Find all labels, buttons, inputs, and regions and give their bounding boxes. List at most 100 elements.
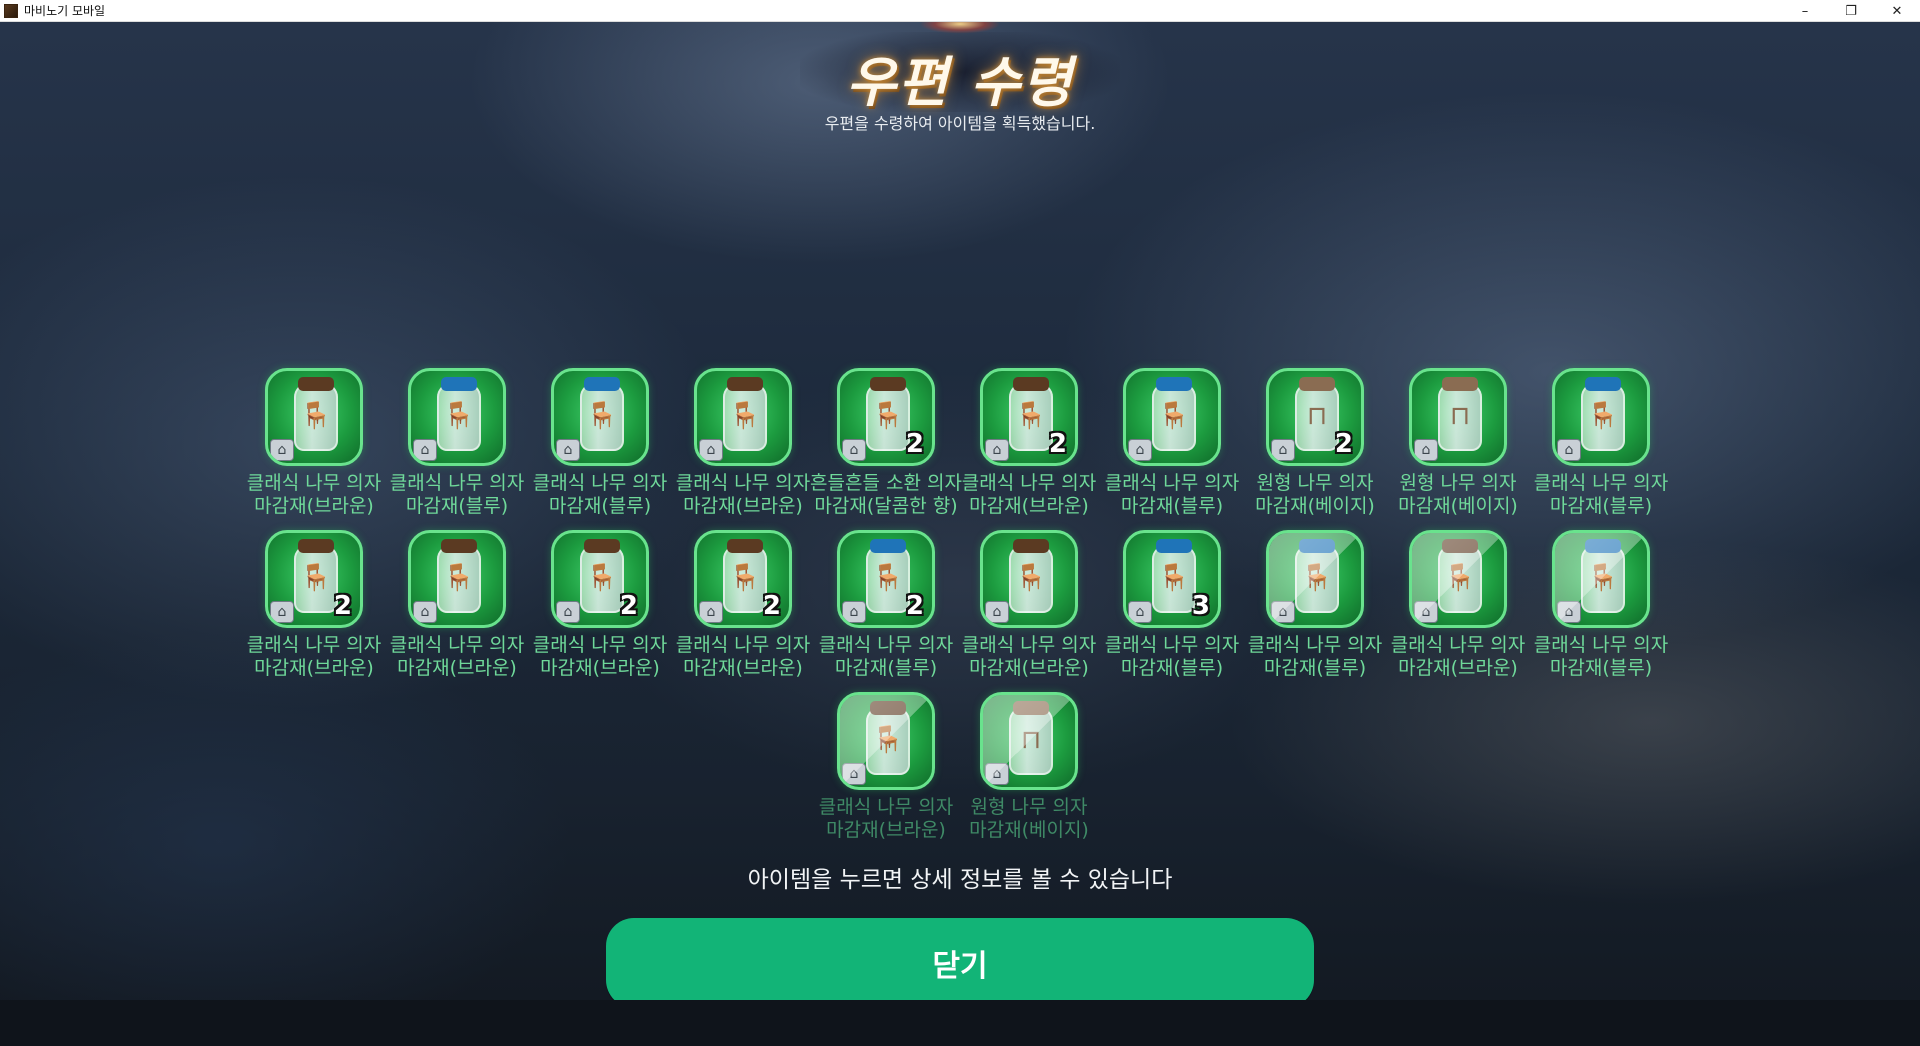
chair-icon: 🪑 bbox=[1586, 563, 1620, 593]
app-icon bbox=[4, 3, 18, 18]
item-slot[interactable]: 🪑 ⌂ 클래식 나무 의자 마감재(브라운) bbox=[957, 530, 1101, 690]
item-name-line2: 마감재(브라운) bbox=[1398, 657, 1518, 679]
item-name-line2: 마감재(베이지) bbox=[969, 819, 1089, 841]
bound-lock-icon: ⌂ bbox=[1557, 601, 1581, 623]
bound-lock-icon: ⌂ bbox=[556, 439, 580, 461]
stool-icon: ⊓ bbox=[1020, 725, 1042, 755]
item-icon: 🪑 ⌂ bbox=[1123, 368, 1221, 466]
jar-lid-icon bbox=[870, 377, 906, 391]
item-icon: 🪑 ⌂ 2 bbox=[265, 530, 363, 628]
item-quantity: 2 bbox=[1048, 429, 1067, 459]
item-name-line2: 마감재(브라운) bbox=[969, 657, 1089, 679]
item-name-line2: 마감재(브라운) bbox=[683, 495, 803, 517]
item-name-line1: 클래식 나무 의자 bbox=[961, 472, 1097, 494]
chair-icon: 🪑 bbox=[585, 401, 619, 431]
item-name-line1: 클래식 나무 의자 bbox=[675, 472, 811, 494]
chair-icon: 🪑 bbox=[1014, 401, 1048, 431]
item-name-line1: 클래식 나무 의자 bbox=[246, 634, 382, 656]
item-name: 클래식 나무 의자 마감재(블루) bbox=[1092, 472, 1252, 518]
bound-lock-icon: ⌂ bbox=[699, 439, 723, 461]
item-slot[interactable]: 🪑 ⌂ 클래식 나무 의자 마감재(브라운) bbox=[242, 368, 386, 528]
chair-icon: 🪑 bbox=[1014, 563, 1048, 593]
item-name: 클래식 나무 의자 마감재(브라운) bbox=[949, 634, 1109, 680]
chair-icon: 🪑 bbox=[728, 563, 762, 593]
jar-icon bbox=[866, 707, 910, 775]
item-name-line1: 클래식 나무 의자 bbox=[532, 634, 668, 656]
item-slot[interactable]: 🪑 ⌂ 2 흔들흔들 소환 의자 마감재(달콤한 향) bbox=[810, 368, 962, 528]
item-slot[interactable]: 🪑 ⌂ 클래식 나무 의자 마감재(블루) bbox=[385, 368, 529, 528]
bound-lock-icon: ⌂ bbox=[842, 439, 866, 461]
item-name: 원형 나무 의자 마감재(베이지) bbox=[1235, 472, 1395, 518]
item-icon: 🪑 ⌂ bbox=[1409, 530, 1507, 628]
item-name: 원형 나무 의자 마감재(베이지) bbox=[949, 796, 1109, 842]
close-button[interactable]: 닫기 bbox=[606, 918, 1314, 1008]
item-slot[interactable]: 🪑 ⌂ 클래식 나무 의자 마감재(블루) bbox=[1243, 530, 1387, 690]
jar-icon bbox=[1295, 545, 1339, 613]
item-name-line2: 마감재(블루) bbox=[1549, 495, 1653, 517]
item-slot[interactable]: 🪑 ⌂ 클래식 나무 의자 마감재(브라운) bbox=[1386, 530, 1530, 690]
item-name: 클래식 나무 의자 마감재(블루) bbox=[1521, 472, 1681, 518]
item-name-line1: 클래식 나무 의자 bbox=[389, 472, 525, 494]
item-name: 클래식 나무 의자 마감재(블루) bbox=[520, 472, 680, 518]
bound-lock-icon: ⌂ bbox=[1271, 439, 1295, 461]
item-slot[interactable]: 🪑 ⌂ 2 클래식 나무 의자 마감재(브라운) bbox=[957, 368, 1101, 528]
item-name-line1: 클래식 나무 의자 bbox=[1104, 634, 1240, 656]
item-slot[interactable]: ⊓ ⌂ 원형 나무 의자 마감재(베이지) bbox=[1386, 368, 1530, 528]
item-name: 클래식 나무 의자 마감재(브라운) bbox=[1378, 634, 1538, 680]
chair-icon: 🪑 bbox=[1157, 401, 1191, 431]
item-name-line2: 마감재(브라운) bbox=[254, 657, 374, 679]
item-name-line2: 마감재(브라운) bbox=[826, 819, 946, 841]
item-detail-hint: 아이템을 누르면 상세 정보를 볼 수 있습니다 bbox=[747, 867, 1173, 893]
item-quantity: 3 bbox=[1191, 591, 1210, 621]
item-slot[interactable]: 🪑 ⌂ 클래식 나무 의자 마감재(블루) bbox=[1100, 368, 1244, 528]
item-name: 클래식 나무 의자 마감재(블루) bbox=[1235, 634, 1395, 680]
item-slot[interactable]: 🪑 ⌂ 클래식 나무 의자 마감재(블루) bbox=[528, 368, 672, 528]
restore-button[interactable]: ❐ bbox=[1828, 0, 1874, 22]
bound-lock-icon: ⌂ bbox=[1414, 601, 1438, 623]
chair-icon: 🪑 bbox=[299, 563, 333, 593]
bound-lock-icon: ⌂ bbox=[985, 439, 1009, 461]
item-icon: 🪑 ⌂ bbox=[551, 368, 649, 466]
chair-icon: 🪑 bbox=[871, 725, 905, 755]
minimize-button[interactable]: – bbox=[1782, 0, 1828, 22]
item-name-line1: 원형 나무 의자 bbox=[1399, 472, 1517, 494]
rocking-chair-icon: 🪑 bbox=[871, 401, 905, 431]
item-name-line1: 클래식 나무 의자 bbox=[389, 634, 525, 656]
item-slot[interactable]: 🪑 ⌂ 클래식 나무 의자 마감재(블루) bbox=[1529, 530, 1673, 690]
item-name-line2: 마감재(브라운) bbox=[397, 657, 517, 679]
bound-lock-icon: ⌂ bbox=[985, 763, 1009, 785]
chair-icon: 🪑 bbox=[1586, 401, 1620, 431]
item-icon: 🪑 ⌂ 2 bbox=[694, 530, 792, 628]
item-name-line1: 원형 나무 의자 bbox=[970, 796, 1088, 818]
item-name: 클래식 나무 의자 마감재(브라운) bbox=[663, 634, 823, 680]
jar-lid-icon bbox=[1013, 377, 1049, 391]
item-slot[interactable]: 🪑 ⌂ 클래식 나무 의자 마감재(블루) bbox=[1529, 368, 1673, 528]
bound-lock-icon: ⌂ bbox=[1271, 601, 1295, 623]
item-slot[interactable]: 🪑 ⌂ 클래식 나무 의자 마감재(브라운) bbox=[814, 692, 958, 852]
item-name-line2: 마감재(블루) bbox=[1263, 657, 1367, 679]
item-slot[interactable]: 🪑 ⌂ 클래식 나무 의자 마감재(브라운) bbox=[385, 530, 529, 690]
item-slot[interactable]: 🪑 ⌂ 2 클래식 나무 의자 마감재(브라운) bbox=[671, 530, 815, 690]
bound-lock-icon: ⌂ bbox=[556, 601, 580, 623]
item-slot[interactable]: 🪑 ⌂ 2 클래식 나무 의자 마감재(브라운) bbox=[528, 530, 672, 690]
item-name-line2: 마감재(블루) bbox=[1120, 495, 1224, 517]
item-name-line2: 마감재(블루) bbox=[405, 495, 509, 517]
bound-lock-icon: ⌂ bbox=[270, 439, 294, 461]
jar-lid-icon bbox=[1156, 539, 1192, 553]
item-name-line2: 마감재(블루) bbox=[834, 657, 938, 679]
close-window-button[interactable]: ✕ bbox=[1874, 0, 1920, 22]
item-slot[interactable]: ⊓ ⌂ 2 원형 나무 의자 마감재(베이지) bbox=[1243, 368, 1387, 528]
jar-lid-icon bbox=[1156, 377, 1192, 391]
jar-lid-icon bbox=[1013, 701, 1049, 715]
item-name: 클래식 나무 의자 마감재(브라운) bbox=[949, 472, 1109, 518]
window-controls: – ❐ ✕ bbox=[1782, 0, 1920, 22]
item-slot[interactable]: ⊓ ⌂ 원형 나무 의자 마감재(베이지) bbox=[957, 692, 1101, 852]
item-slot[interactable]: 🪑 ⌂ 2 클래식 나무 의자 마감재(블루) bbox=[814, 530, 958, 690]
item-slot[interactable]: 🪑 ⌂ 클래식 나무 의자 마감재(브라운) bbox=[671, 368, 815, 528]
item-icon: 🪑 ⌂ bbox=[1266, 530, 1364, 628]
item-quantity: 2 bbox=[1334, 429, 1353, 459]
item-slot[interactable]: 🪑 ⌂ 3 클래식 나무 의자 마감재(블루) bbox=[1100, 530, 1244, 690]
jar-lid-icon bbox=[441, 539, 477, 553]
item-slot[interactable]: 🪑 ⌂ 2 클래식 나무 의자 마감재(브라운) bbox=[242, 530, 386, 690]
jar-lid-icon bbox=[1299, 539, 1335, 553]
